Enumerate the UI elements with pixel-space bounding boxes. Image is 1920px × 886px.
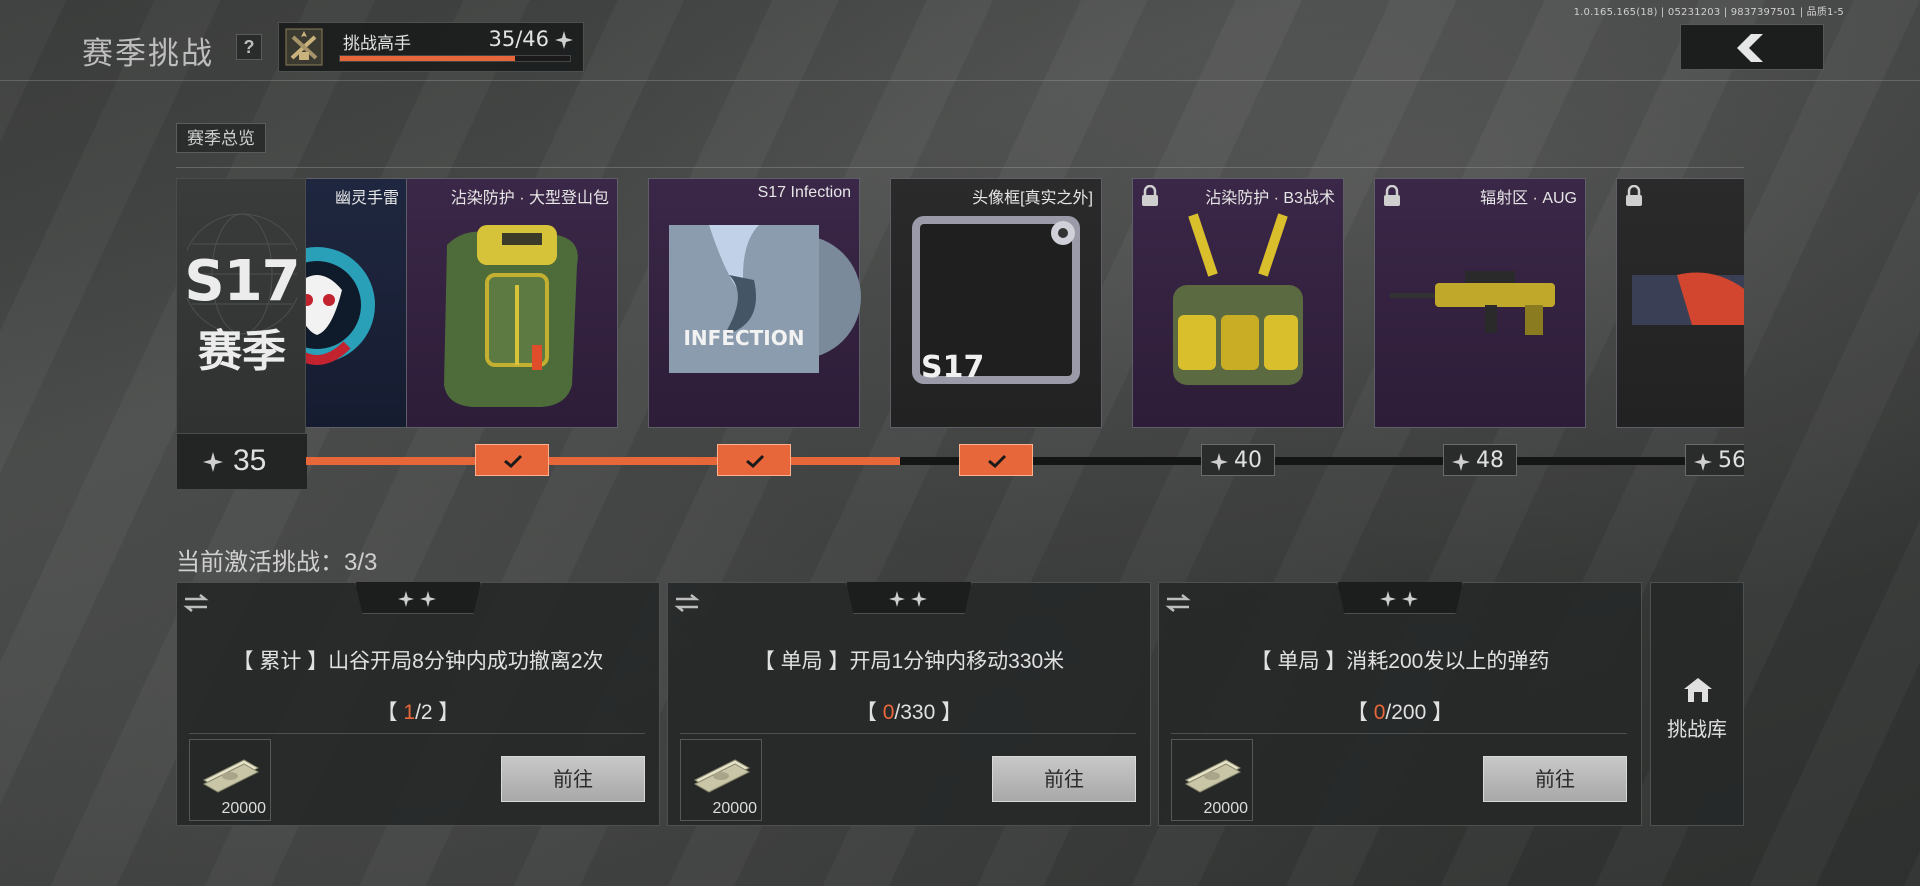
lock-icon [1626, 185, 1642, 206]
rank-count: 35/46 [488, 27, 549, 51]
season-stars: 35 [233, 444, 267, 477]
infection-album-image: INFECTION [669, 225, 861, 373]
star-icon [911, 591, 927, 607]
star-icon [555, 31, 573, 49]
locked-reward-image [1632, 272, 1744, 325]
rank-name: 挑战高手 [343, 34, 411, 53]
season-number: S17 [184, 249, 300, 314]
challenge-title: 【 单局 】开局1分钟内移动330米 [753, 650, 1065, 673]
reward-item[interactable]: 20000 [189, 739, 271, 821]
star-icon [420, 591, 436, 607]
challenge-title: 【 累计 】山谷开局8分钟内成功撤离2次 [232, 650, 604, 673]
challenge-progress: 【 0/200 】 [1346, 701, 1454, 724]
help-button[interactable]: ? [236, 34, 262, 60]
star-icon [1452, 453, 1470, 471]
checkmark-icon [746, 454, 765, 469]
challenge-card: 【 累计 】山谷开局8分钟内成功撤离2次 【 1/2 】 20000 前往 [176, 582, 660, 826]
difficulty-badge [1337, 582, 1463, 614]
claimed-node[interactable] [959, 444, 1033, 476]
reward-card-backpack[interactable]: 沾染防护 · 大型登山包 [406, 178, 618, 428]
header-divider [0, 80, 1920, 81]
challenge-library-button[interactable]: 挑战库 [1650, 582, 1744, 826]
challenge-card: 【 单局 】开局1分钟内移动330米 【 0/330 】 20000 前往 [667, 582, 1151, 826]
challenge-title: 【 单局 】消耗200发以上的弹药 [1250, 650, 1550, 673]
lock-icon [1142, 185, 1158, 206]
challenge-progress: 【 0/330 】 [855, 701, 963, 724]
checkmark-icon [504, 454, 523, 469]
go-button[interactable]: 前往 [1483, 756, 1627, 802]
star-node[interactable]: 40 [1201, 444, 1275, 476]
star-node-value: 56 [1718, 448, 1744, 473]
avatar-frame-image: S17 [912, 216, 1080, 385]
checkmark-icon [988, 454, 1007, 469]
swap-icon[interactable] [674, 593, 700, 613]
reward-card-locked[interactable] [1616, 178, 1744, 428]
page-title: 赛季挑战 [82, 36, 214, 72]
star-icon [1402, 591, 1418, 607]
claimed-node[interactable] [475, 444, 549, 476]
frame-text: S17 [921, 350, 984, 385]
difficulty-badge [355, 582, 481, 614]
lock-icon [1384, 185, 1400, 206]
overview-divider [176, 167, 1744, 168]
reward-item[interactable]: 20000 [1171, 739, 1253, 821]
star-node-value: 40 [1234, 448, 1262, 473]
go-button[interactable]: 前往 [992, 756, 1136, 802]
divider [189, 733, 645, 734]
star-node[interactable]: 56 [1685, 444, 1744, 476]
claimed-node[interactable] [717, 444, 791, 476]
star-node-value: 48 [1476, 448, 1504, 473]
swap-icon[interactable] [1165, 593, 1191, 613]
cash-stack-icon [693, 759, 751, 793]
house-icon [1684, 678, 1712, 702]
reward-card-avatar-frame[interactable]: 头像框[真实之外] S17 [890, 178, 1102, 428]
infection-text: INFECTION [683, 326, 804, 350]
back-button[interactable] [1680, 24, 1824, 70]
rank-progress-fill [340, 56, 515, 61]
tactical-vest-image [1173, 213, 1303, 385]
aug-rifle-image [1390, 271, 1555, 335]
star-icon [1210, 453, 1228, 471]
version-text: 1.0.165.165(18) | 05231203 | 9837397501 … [1573, 7, 1844, 18]
chevron-left-icon [1737, 34, 1763, 62]
challenge-progress: 【 1/2 】 [376, 701, 460, 724]
progress-line-complete [306, 457, 900, 465]
rank-progress-bar [339, 55, 571, 62]
swap-icon[interactable] [183, 593, 209, 613]
star-icon [889, 591, 905, 607]
challenge-library-label: 挑战库 [1667, 719, 1727, 741]
reward-amount: 20000 [221, 800, 267, 817]
star-icon [203, 452, 223, 472]
divider [1171, 733, 1627, 734]
reward-card-vest[interactable]: 沾染防护 · B3战术 [1132, 178, 1344, 428]
cash-stack-icon [1184, 759, 1242, 793]
reward-track[interactable]: 幽灵手雷 S17 赛季 35 沾染防护 · 大型登山包 S17 Infectio… [176, 178, 1744, 494]
star-node[interactable]: 48 [1443, 444, 1517, 476]
difficulty-badge [846, 582, 972, 614]
reward-card-aug[interactable]: 辐射区 · AUG [1374, 178, 1586, 428]
active-challenges-title: 当前激活挑战：3/3 [176, 549, 378, 576]
cash-stack-icon [202, 759, 260, 793]
go-button[interactable]: 前往 [501, 756, 645, 802]
reward-item[interactable]: 20000 [680, 739, 762, 821]
crossed-guns-emblem-icon [285, 28, 323, 66]
reward-amount: 20000 [712, 800, 758, 817]
star-icon [1694, 453, 1712, 471]
reward-label: S17 Infection [757, 184, 851, 201]
reward-amount: 20000 [1203, 800, 1249, 817]
reward-card-infection[interactable]: S17 Infection INFECTION [648, 178, 861, 428]
challenge-card: 【 单局 】消耗200发以上的弹药 【 0/200 】 20000 前往 [1158, 582, 1642, 826]
season-name: 赛季 [198, 326, 286, 377]
backpack-image [444, 225, 578, 407]
rank-progress-panel[interactable]: 挑战高手 35/46 [278, 22, 584, 72]
season-star-count: 35 [177, 433, 307, 489]
season-card: S17 赛季 35 [176, 178, 307, 490]
star-icon [398, 591, 414, 607]
season-overview-tab[interactable]: 赛季总览 [176, 123, 266, 153]
star-icon [1380, 591, 1396, 607]
divider [680, 733, 1136, 734]
